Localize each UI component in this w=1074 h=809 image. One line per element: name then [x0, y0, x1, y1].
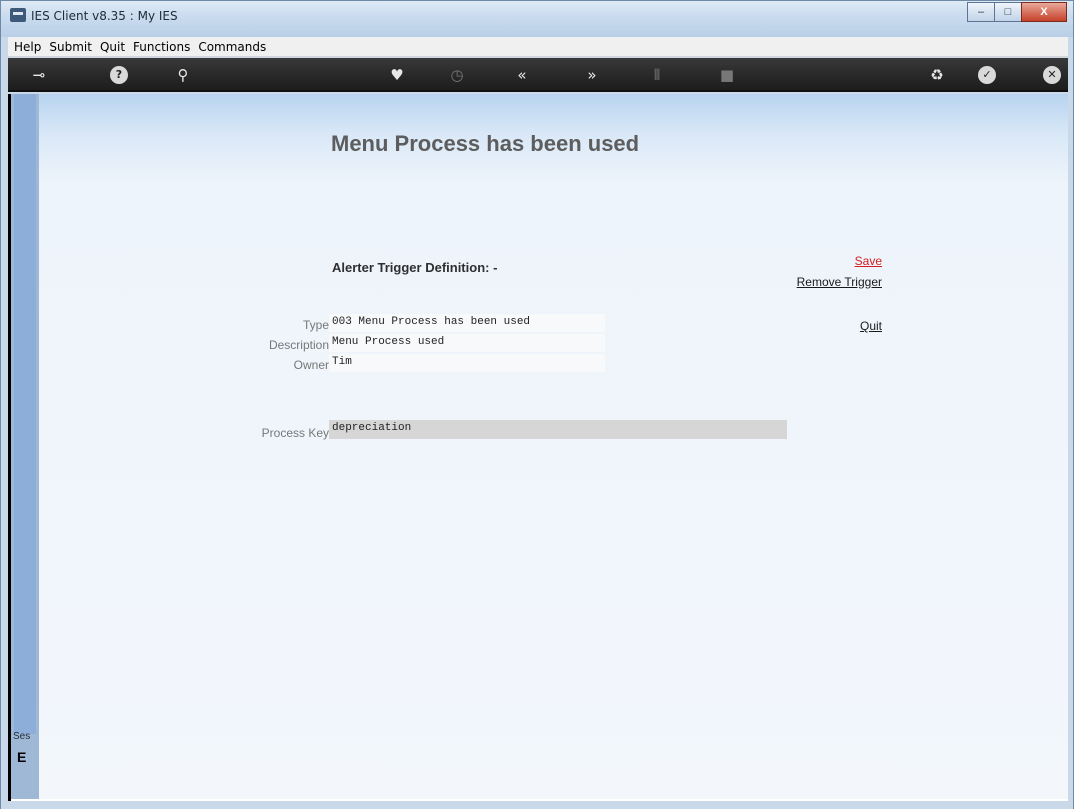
process-key-label: Process Key — [261, 426, 329, 440]
description-label: Description — [268, 338, 329, 352]
menu-functions[interactable]: Functions — [133, 40, 190, 54]
save-link[interactable]: Save — [855, 254, 882, 268]
toolbar: ⊸ ? ⚲ ♥ ◷ « » ⫴ ■ ♻ ✓ ✕ — [8, 58, 1068, 92]
app-icon — [10, 8, 26, 22]
owner-field[interactable]: Tim — [329, 354, 605, 372]
description-field[interactable]: Menu Process used — [329, 334, 605, 352]
minimize-button[interactable]: – — [967, 2, 995, 22]
maximize-button[interactable]: □ — [994, 2, 1022, 22]
app-window: IES Client v8.35 : My IES – □ X Help Sub… — [0, 0, 1074, 809]
close-button[interactable]: X — [1021, 2, 1067, 22]
window-title: IES Client v8.35 : My IES — [31, 9, 178, 23]
tools-icon[interactable]: ⫴ — [648, 66, 666, 84]
page-title: Menu Process has been used — [331, 131, 640, 156]
session-char: E — [17, 749, 27, 765]
heart-icon[interactable]: ♥ — [388, 66, 406, 84]
process-key-field[interactable]: depreciation — [329, 420, 787, 439]
section-title: Alerter Trigger Definition: - — [332, 260, 498, 275]
check-icon[interactable]: ✓ — [978, 66, 996, 84]
close-icon[interactable]: ✕ — [1043, 66, 1061, 84]
session-sidebar: Ses E — [11, 94, 39, 799]
recycle-icon[interactable]: ♻ — [928, 66, 946, 84]
search-icon[interactable]: ⚲ — [174, 66, 192, 84]
window-controls: – □ X — [967, 2, 1067, 24]
menu-bar: Help Submit Quit Functions Commands — [8, 37, 1068, 57]
type-field[interactable]: 003 Menu Process has been used — [329, 314, 605, 332]
remove-trigger-link[interactable]: Remove Trigger — [797, 275, 882, 289]
rewind-icon[interactable]: « — [513, 66, 531, 84]
type-label: Type — [302, 318, 329, 332]
menu-commands[interactable]: Commands — [198, 40, 266, 54]
help-icon[interactable]: ? — [110, 66, 128, 84]
menu-submit[interactable]: Submit — [49, 40, 92, 54]
clock-icon[interactable]: ◷ — [448, 66, 466, 84]
status-bar — [1, 801, 1073, 809]
menu-help[interactable]: Help — [14, 40, 41, 54]
title-bar: IES Client v8.35 : My IES – □ X — [1, 1, 1073, 37]
content-frame: Ses E Menu Process has been used Alerter… — [8, 94, 1068, 801]
session-label[interactable]: Ses — [13, 731, 30, 742]
forward-icon[interactable]: » — [583, 66, 601, 84]
quit-link[interactable]: Quit — [860, 319, 882, 333]
owner-label: Owner — [293, 358, 329, 372]
session-panel — [14, 94, 36, 734]
main-panel: Menu Process has been used Alerter Trigg… — [39, 94, 1068, 799]
menu-quit[interactable]: Quit — [100, 40, 125, 54]
square-icon[interactable]: ■ — [718, 66, 736, 84]
key-icon[interactable]: ⊸ — [30, 66, 48, 84]
